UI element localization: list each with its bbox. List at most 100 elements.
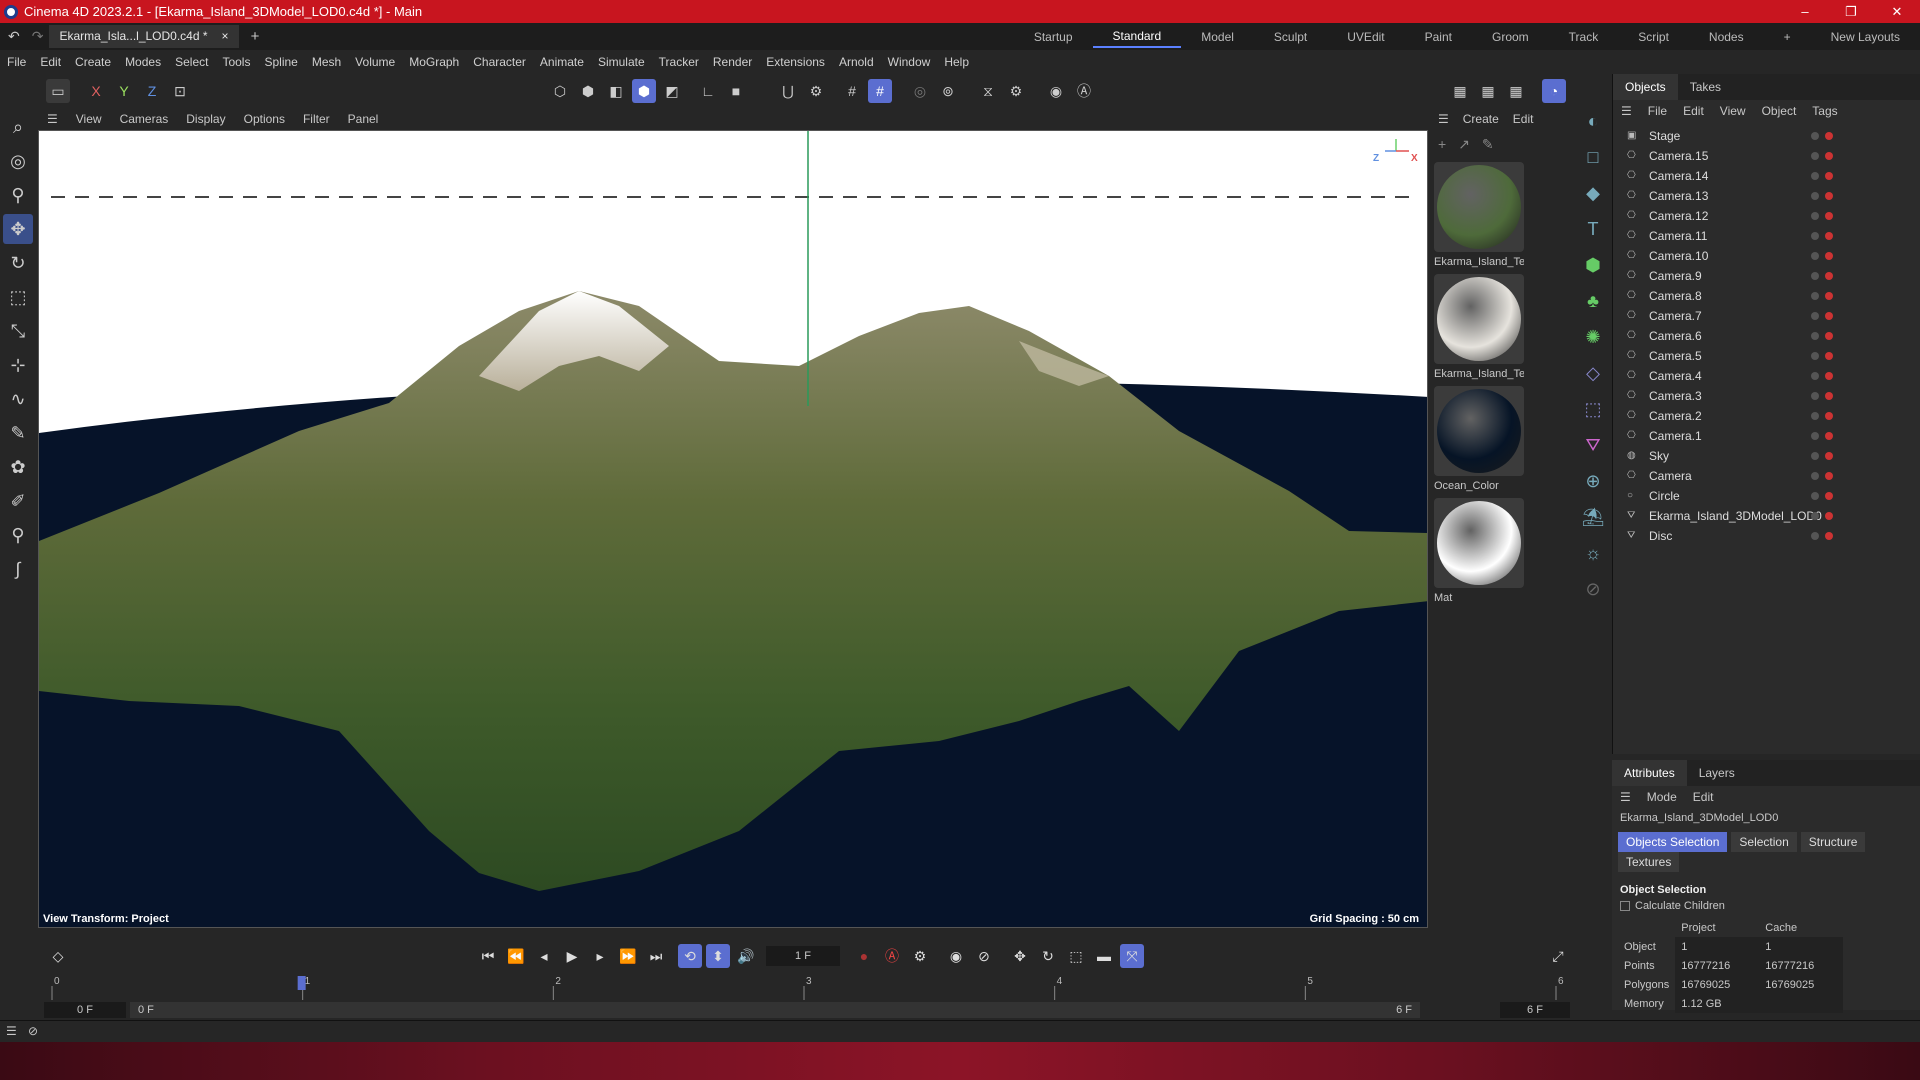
object-row-camera-13[interactable]: ⎔ Camera.13 (1613, 186, 1920, 206)
keyframe-icon[interactable]: ◇ (46, 944, 70, 968)
menu-volume[interactable]: Volume (348, 55, 402, 69)
frame-range-slider[interactable]: 0 F 6 F (130, 1002, 1420, 1018)
symmetry-icon[interactable]: ◎ (908, 79, 932, 103)
visibility-dot[interactable] (1811, 172, 1819, 180)
layout-tab-paint[interactable]: Paint (1405, 30, 1472, 44)
object-row-camera-12[interactable]: ⎔ Camera.12 (1613, 206, 1920, 226)
go-to-start-icon[interactable]: ⏮ (476, 944, 500, 968)
object-row-camera-9[interactable]: ⎔ Camera.9 (1613, 266, 1920, 286)
coordinate-system-icon[interactable]: ⊡ (168, 79, 192, 103)
timeline-settings-icon[interactable]: ⊘ (972, 944, 996, 968)
next-key-icon[interactable]: ⏩ (616, 944, 640, 968)
key-rotation-icon[interactable]: ↻ (1036, 944, 1060, 968)
y-axis-lock-button[interactable]: Y (112, 79, 136, 103)
attribute-button-selection[interactable]: Selection (1731, 832, 1797, 852)
attribute-button-structure[interactable]: Structure (1800, 832, 1866, 852)
text-object-icon[interactable]: T (1578, 214, 1608, 244)
attribute-tab-layers[interactable]: Layers (1687, 766, 1747, 780)
visibility-dot[interactable] (1811, 192, 1819, 200)
timeline-graph-icon[interactable]: ⤢ (1546, 944, 1570, 968)
field-icon[interactable]: ⬚ (1578, 394, 1608, 424)
object-row-camera-3[interactable]: ⎔ Camera.3 (1613, 386, 1920, 406)
visibility-dot[interactable] (1811, 472, 1819, 480)
measure-tool-icon[interactable]: ⚲ (3, 520, 33, 550)
menu-mograph[interactable]: MoGraph (402, 55, 466, 69)
object-row-camera-14[interactable]: ⎔ Camera.14 (1613, 166, 1920, 186)
sculpt-tool-icon[interactable]: ✿ (3, 452, 33, 482)
previous-frame-icon[interactable]: ◂ (532, 944, 556, 968)
menu-simulate[interactable]: Simulate (591, 55, 652, 69)
material-item[interactable]: Ekarma_Island_Te (1434, 274, 1524, 380)
transform-tool-icon[interactable]: ⤡ (3, 316, 33, 346)
object-row-disc[interactable]: ⛛ Disc (1613, 526, 1920, 546)
scale-tool-icon[interactable]: ⬚ (3, 282, 33, 312)
playhead[interactable] (297, 976, 306, 990)
layout-tab-new-layouts[interactable]: New Layouts (1811, 30, 1920, 44)
spline-icon[interactable]: ⛛ (1578, 430, 1608, 460)
visibility-dot[interactable] (1811, 512, 1819, 520)
mirror-icon[interactable]: ⧖ (976, 79, 1000, 103)
viewport-menu-options[interactable]: Options (235, 112, 294, 126)
cloner-icon[interactable]: ♣ (1578, 286, 1608, 316)
start-frame-field[interactable]: 0 F (44, 1002, 126, 1018)
key-pla-icon[interactable]: ⤧ (1120, 944, 1144, 968)
menu-extensions[interactable]: Extensions (759, 55, 832, 69)
effector-icon[interactable]: ✺ (1578, 322, 1608, 352)
material-menu-icon[interactable]: ☰ (1438, 112, 1449, 126)
menu-character[interactable]: Character (466, 55, 533, 69)
play-icon[interactable]: ▶ (560, 944, 584, 968)
key-param-icon[interactable]: ▬ (1092, 944, 1116, 968)
paint-tool-icon[interactable]: ✐ (3, 486, 33, 516)
redshift-icon[interactable]: ◔ (1542, 79, 1566, 103)
document-tab[interactable]: Ekarma_Isla...l_LOD0.c4d * × (49, 25, 239, 48)
status-menu-icon[interactable]: ☰ (6, 1024, 17, 1038)
render-view-icon[interactable]: ▦ (1448, 79, 1472, 103)
layout-tab-sculpt[interactable]: Sculpt (1254, 30, 1327, 44)
render-settings-icon[interactable]: ⊚ (936, 79, 960, 103)
visibility-dot[interactable] (1811, 532, 1819, 540)
menu-tools[interactable]: Tools (215, 55, 257, 69)
snap-magnet-icon[interactable]: ⋃ (776, 79, 800, 103)
end-frame-field[interactable]: 6 F (1500, 1002, 1570, 1018)
playback-mode-icon[interactable]: ⬍ (706, 944, 730, 968)
key-settings-icon[interactable]: ⚙ (908, 944, 932, 968)
spline-pen-icon[interactable]: ∿ (3, 384, 33, 414)
menu-arnold[interactable]: Arnold (832, 55, 881, 69)
object-menu-icon[interactable]: ☰ (1613, 104, 1640, 118)
visibility-dot[interactable] (1811, 352, 1819, 360)
render-dot[interactable] (1825, 532, 1833, 540)
current-frame-field[interactable]: 1 F (766, 946, 840, 966)
render-dot[interactable] (1825, 252, 1833, 260)
material-item[interactable]: Ocean_Color (1434, 386, 1524, 492)
solo-icon[interactable]: ■ (724, 79, 748, 103)
attribute-button-textures[interactable]: Textures (1618, 852, 1680, 872)
record-icon[interactable]: ● (852, 944, 876, 968)
spline-smooth-icon[interactable]: ∫ (3, 554, 33, 584)
render-dot[interactable] (1825, 392, 1833, 400)
minimize-button[interactable]: – (1782, 0, 1828, 23)
render-dot[interactable] (1825, 132, 1833, 140)
render-dot[interactable] (1825, 152, 1833, 160)
render-dot[interactable] (1825, 492, 1833, 500)
snap-settings-icon[interactable]: ⚙ (804, 79, 828, 103)
scene-icon[interactable]: ⊕ (1578, 466, 1608, 496)
object-row-camera-7[interactable]: ⎔ Camera.7 (1613, 306, 1920, 326)
object-menu-object[interactable]: Object (1754, 104, 1805, 118)
viewport-menu-filter[interactable]: Filter (294, 112, 339, 126)
render-dot[interactable] (1825, 452, 1833, 460)
viewport-menu-view[interactable]: View (67, 112, 111, 126)
object-row-camera-2[interactable]: ⎔ Camera.2 (1613, 406, 1920, 426)
layout-tab-item[interactable]: + (1764, 30, 1811, 44)
menu-tracker[interactable]: Tracker (652, 55, 706, 69)
go-to-end-icon[interactable]: ⏭ (644, 944, 668, 968)
visibility-dot[interactable] (1811, 132, 1819, 140)
render-dot[interactable] (1825, 412, 1833, 420)
selection-tool-icon[interactable]: ◎ (3, 146, 33, 176)
render-dot[interactable] (1825, 272, 1833, 280)
object-row-camera-15[interactable]: ⎔ Camera.15 (1613, 146, 1920, 166)
undo-icon[interactable]: ↶ (8, 28, 20, 45)
attribute-menu-edit[interactable]: Edit (1685, 790, 1722, 804)
move-tool-icon[interactable]: ✥ (3, 214, 33, 244)
status-check-icon[interactable]: ⊘ (28, 1024, 38, 1038)
object-row-camera[interactable]: ⎔ Camera (1613, 466, 1920, 486)
